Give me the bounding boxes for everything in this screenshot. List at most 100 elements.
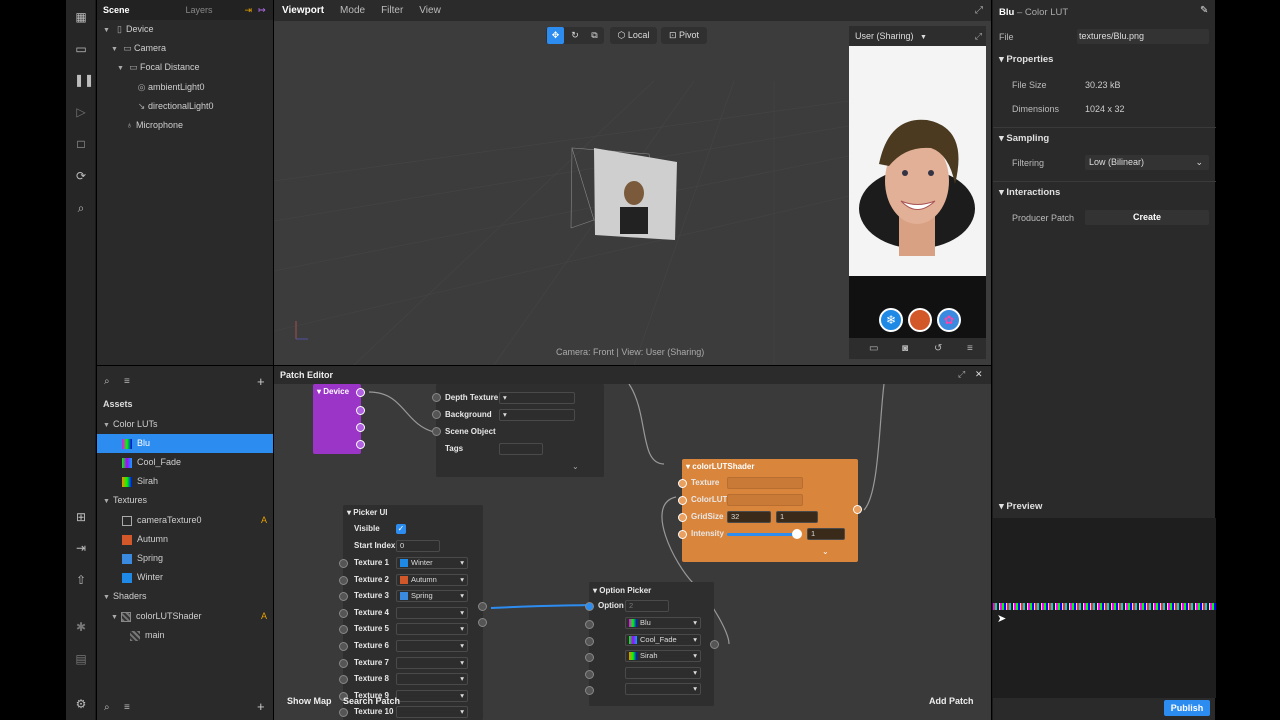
popout-icon[interactable]: ⤢ xyxy=(975,26,982,46)
search-icon[interactable]: ⌕ xyxy=(74,201,88,215)
section-preview[interactable]: ▾ Preview xyxy=(993,497,1216,517)
record-icon[interactable]: ▭ xyxy=(869,338,878,359)
layout-icon[interactable]: ▦ xyxy=(74,10,88,24)
option-value-select[interactable]: ▾ xyxy=(625,683,701,696)
input-port[interactable] xyxy=(339,658,348,668)
output-port[interactable] xyxy=(356,388,365,397)
folder-add-icon[interactable]: ⊞ xyxy=(74,510,88,524)
scale-icon[interactable]: ⧉ xyxy=(586,27,603,44)
tab-viewport[interactable]: Viewport xyxy=(274,5,332,16)
video-icon[interactable]: ▭ xyxy=(74,42,88,56)
asset-blu[interactable]: Blu xyxy=(97,434,273,453)
input-port[interactable] xyxy=(585,686,594,696)
output-port[interactable] xyxy=(356,423,365,432)
winter-picker-icon[interactable]: ❄ xyxy=(879,308,903,332)
filtering-select[interactable]: Low (Bilinear) ⌄ xyxy=(1085,155,1209,170)
rotate-icon[interactable]: ↻ xyxy=(567,27,584,44)
picker-texture-select[interactable]: ▾ xyxy=(396,623,468,636)
search-icon[interactable]: ⌕ xyxy=(104,376,110,387)
tab-layers[interactable]: Layers xyxy=(180,0,219,20)
search-icon[interactable]: ⌕ xyxy=(104,702,110,713)
popout-icon[interactable]: ⤢ xyxy=(958,369,965,380)
depth-texture-select[interactable]: ▾ xyxy=(499,392,575,404)
asset-spring[interactable]: Spring xyxy=(122,549,163,568)
input-port[interactable] xyxy=(432,427,441,436)
autumn-picker-icon[interactable] xyxy=(908,308,932,332)
tab-view[interactable]: View xyxy=(411,5,449,16)
intensity-input[interactable]: 1 xyxy=(807,528,845,540)
asset-autumn[interactable]: Autumn xyxy=(122,530,168,549)
option-value-select[interactable]: Cool_Fade ▾ xyxy=(625,633,701,646)
add-asset-icon[interactable]: + xyxy=(257,374,265,389)
tab-scene[interactable]: Scene xyxy=(97,0,136,20)
option-input[interactable]: 2 xyxy=(625,600,669,612)
scene-object-node[interactable]: Depth Texture ▾ Background ▾ Scene Objec… xyxy=(432,384,604,477)
settings-icon[interactable]: ⚙ xyxy=(74,697,88,711)
output-port[interactable] xyxy=(853,505,862,514)
tab-mode[interactable]: Mode xyxy=(332,5,373,16)
tab-filter[interactable]: Filter xyxy=(373,5,411,16)
tree-item-device[interactable]: ▼ ▯ Device xyxy=(103,20,154,39)
simulator-device-select[interactable]: User (Sharing) ▼ ⤢ xyxy=(849,26,986,46)
option-value-select[interactable]: Blu ▾ xyxy=(625,617,701,629)
start-index-input[interactable]: 0 xyxy=(396,540,440,552)
tree-item-directional-light[interactable]: ↘ directionalLight0 xyxy=(135,97,214,116)
section-interactions[interactable]: ▾ Interactions xyxy=(993,183,1216,203)
stop-icon[interactable]: □ xyxy=(74,137,88,151)
picker-texture-select[interactable]: ▾ xyxy=(396,706,468,719)
visible-checkbox[interactable]: ✓ xyxy=(396,524,406,534)
asset-main[interactable]: main xyxy=(130,626,165,645)
add-patch-button[interactable]: Add Patch xyxy=(929,696,974,706)
pivot-button[interactable]: ⊡ Pivot xyxy=(661,27,707,44)
background-select[interactable]: ▾ xyxy=(499,409,575,421)
chevron-down-icon[interactable]: ⌄ xyxy=(572,462,579,471)
tags-input[interactable] xyxy=(499,443,543,455)
output-port[interactable] xyxy=(478,602,487,611)
add-input-icon[interactable]: ⇥ xyxy=(245,5,253,16)
output-port[interactable] xyxy=(478,618,487,627)
output-port[interactable] xyxy=(710,640,719,649)
picker-texture-select[interactable]: ▾ xyxy=(396,673,468,686)
file-field[interactable]: textures/Blu.png xyxy=(1077,29,1209,44)
section-sampling[interactable]: ▾ Sampling xyxy=(993,129,1216,149)
refresh-icon[interactable]: ⟳ xyxy=(74,169,88,183)
add-output-icon[interactable]: ↦ xyxy=(258,5,266,16)
rotate-device-icon[interactable]: ↺ xyxy=(934,338,942,359)
menu-icon[interactable]: ≡ xyxy=(967,338,973,359)
asset-sirah[interactable]: Sirah xyxy=(122,472,158,491)
group-textures[interactable]: ▼ Textures xyxy=(103,491,147,510)
input-port[interactable] xyxy=(678,530,687,539)
input-port[interactable] xyxy=(339,575,348,585)
asset-color-lut-shader[interactable]: ▼ colorLUTShader A xyxy=(111,607,267,626)
input-port[interactable] xyxy=(339,559,348,568)
input-port[interactable] xyxy=(339,625,348,635)
bug-icon[interactable]: ✱ xyxy=(74,620,88,634)
option-picker-node[interactable]: ▾ Option Picker Option 2 Blu ▾ Cool_Fade ▾ S… xyxy=(585,582,719,706)
input-port[interactable] xyxy=(585,620,594,629)
intensity-slider-handle[interactable] xyxy=(792,529,802,539)
option-value-select[interactable]: Sirah ▾ xyxy=(625,650,701,663)
input-port[interactable] xyxy=(432,393,441,402)
group-shaders[interactable]: ▼ Shaders xyxy=(103,587,147,606)
input-port[interactable] xyxy=(585,602,594,611)
filter-icon[interactable]: ≡ xyxy=(124,702,130,713)
magic-wand-icon[interactable]: ✎ xyxy=(1200,5,1208,16)
chevron-down-icon[interactable]: ⌄ xyxy=(822,547,829,556)
picker-texture-select[interactable]: ▾ xyxy=(396,606,468,619)
grid-size-y-input[interactable]: 1 xyxy=(776,511,818,523)
upload-icon[interactable]: ⇧ xyxy=(74,573,88,587)
console-icon[interactable]: ▤ xyxy=(74,652,88,666)
add-icon[interactable]: + xyxy=(257,699,265,714)
texture-select[interactable] xyxy=(727,477,803,489)
intensity-slider[interactable] xyxy=(727,533,799,536)
create-button[interactable]: Create xyxy=(1085,210,1209,225)
input-port[interactable] xyxy=(339,675,348,685)
option-value-select[interactable]: ▾ xyxy=(625,666,701,679)
output-port[interactable] xyxy=(356,440,365,449)
picker-ui-node[interactable]: ▾ Picker UI Visible ✓ Start Index 0 Text… xyxy=(339,505,487,720)
asset-cool-fade[interactable]: Cool_Fade xyxy=(122,453,181,472)
tree-item-microphone[interactable]: ♁ Microphone xyxy=(123,116,183,135)
capture-icon[interactable]: ◙ xyxy=(902,338,908,359)
local-button[interactable]: ⬡ Local xyxy=(610,27,657,44)
expand-icon[interactable]: ⤢ xyxy=(975,5,983,16)
